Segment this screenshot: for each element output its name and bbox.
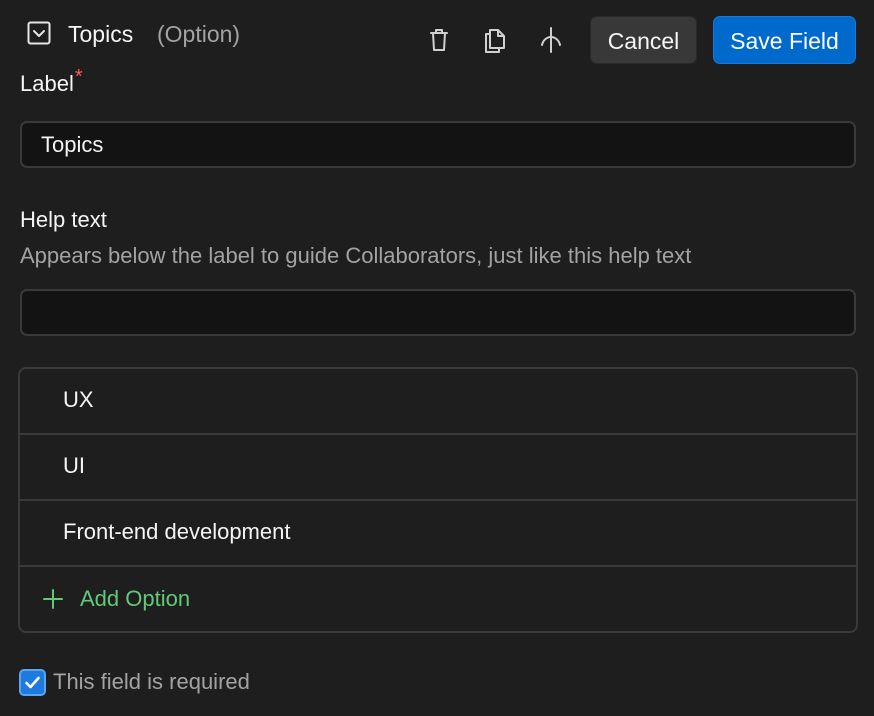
label-heading-text: Label bbox=[20, 71, 74, 96]
label-input[interactable] bbox=[20, 121, 856, 168]
delete-field-button[interactable] bbox=[424, 24, 454, 56]
option-item-front-end-development[interactable]: Front-end development bbox=[20, 501, 856, 567]
branch-icon bbox=[538, 26, 564, 54]
required-checkbox[interactable] bbox=[19, 669, 46, 696]
add-option-button[interactable]: Add Option bbox=[20, 567, 856, 631]
cancel-button[interactable]: Cancel bbox=[590, 16, 697, 64]
save-field-button[interactable]: Save Field bbox=[713, 16, 856, 64]
dropdown-square-icon[interactable] bbox=[27, 21, 51, 45]
plus-icon bbox=[41, 587, 65, 611]
field-editor-header: Topics (Option) Cancel Save Field bbox=[0, 0, 874, 70]
help-text-description: Appears below the label to guide Collabo… bbox=[20, 243, 692, 268]
field-type-label: (Option) bbox=[157, 21, 241, 47]
option-item-ux[interactable]: UX bbox=[20, 369, 856, 435]
field-title: Topics bbox=[68, 21, 134, 47]
help-text-heading: Help text bbox=[20, 207, 107, 232]
trash-icon bbox=[427, 27, 451, 53]
branch-field-button[interactable] bbox=[536, 24, 566, 56]
add-option-label: Add Option bbox=[80, 586, 191, 611]
label-heading: Label* bbox=[20, 66, 83, 99]
option-label: UX bbox=[63, 387, 94, 412]
option-label: UI bbox=[63, 453, 85, 478]
copy-icon bbox=[482, 26, 508, 54]
field-editor-panel: Topics (Option) Cancel Save Field Label*… bbox=[0, 0, 874, 716]
duplicate-field-button[interactable] bbox=[480, 24, 510, 56]
help-text-input[interactable] bbox=[20, 289, 856, 336]
option-label: Front-end development bbox=[63, 519, 291, 544]
option-item-ui[interactable]: UI bbox=[20, 435, 856, 501]
required-checkbox-label[interactable]: This field is required bbox=[53, 668, 250, 696]
required-asterisk: * bbox=[74, 66, 83, 88]
options-list: UX UI Front-end development Add Option bbox=[18, 367, 858, 633]
